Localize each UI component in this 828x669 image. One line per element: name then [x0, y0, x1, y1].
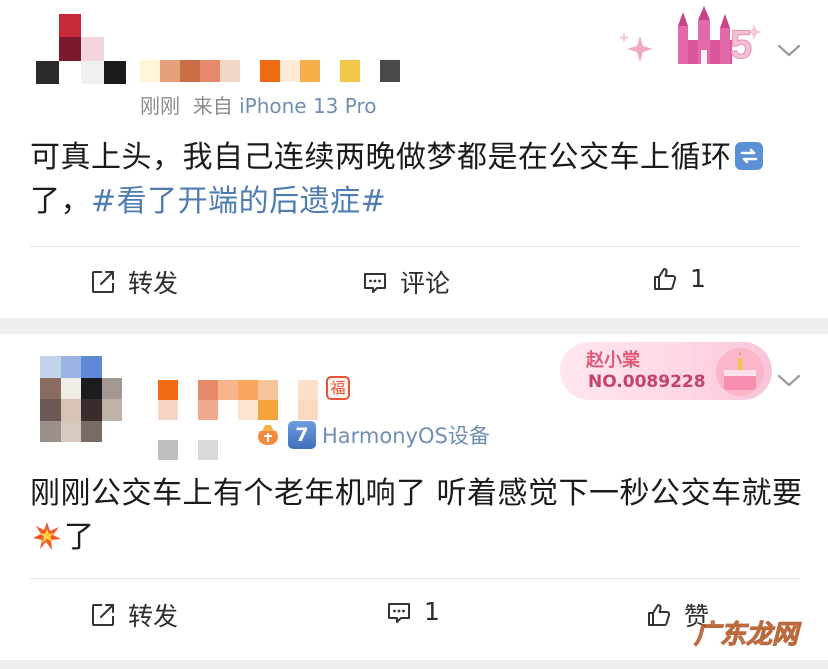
like-count: 1 [690, 264, 706, 293]
fan-badge-number: NO.0089228 [588, 372, 706, 392]
comment-label: 评论 [400, 269, 451, 298]
hashtag-link[interactable]: #看了开端的后遗症# [91, 184, 386, 219]
repost-icon [92, 604, 114, 626]
svg-text:5: 5 [730, 23, 752, 67]
fu-tag-badge[interactable]: 福 [326, 376, 350, 400]
fortune-bag-icon [258, 425, 278, 445]
device-source: HarmonyOS设备 [322, 424, 490, 448]
username-blurred-row-3 [158, 440, 218, 460]
timestamp: 刚刚 [140, 94, 180, 118]
username-blurred[interactable] [158, 380, 318, 420]
avatar[interactable] [40, 356, 122, 442]
user-meta-row: 7 HarmonyOS设备 [254, 420, 490, 450]
divider [30, 246, 800, 247]
collision-icon [33, 522, 61, 550]
post-text: 可真上头，我自己连续两晚做梦都是在公交车上循环了，#看了开端的后遗症# [30, 136, 810, 224]
username-blurred[interactable] [140, 60, 400, 82]
castle-5th-anniversary-icon[interactable]: 5 [612, 6, 772, 68]
comment-icon [388, 602, 410, 623]
cake-icon [716, 348, 764, 396]
post-card-1: 刚刚 来自 iPhone 13 Pro 5 可真上头，我自己连续两晚做梦都是在公… [0, 0, 828, 318]
repost-button[interactable]: 转发 [90, 597, 178, 633]
source-device: iPhone 13 Pro [239, 94, 377, 118]
chevron-down-icon[interactable] [776, 372, 802, 390]
fan-badge-name: 赵小棠 [586, 350, 640, 371]
avatar[interactable] [36, 14, 126, 84]
fan-badge[interactable]: 赵小棠 NO.0089228 [560, 342, 772, 400]
comment-button[interactable]: 评论 [362, 264, 450, 300]
like-button[interactable]: 1 [652, 264, 706, 293]
repost-icon [92, 271, 114, 293]
post-text: 刚刚公交车上有个老年机响了 听着感觉下一秒公交车就要了 [30, 476, 803, 555]
thumbs-up-icon [648, 604, 671, 626]
repost-button[interactable]: 转发 [90, 264, 178, 300]
repost-label: 转发 [128, 269, 179, 298]
repost-label: 转发 [128, 602, 179, 631]
source-prefix: 来自 [192, 94, 233, 118]
watermark: 广东龙网 [693, 620, 798, 651]
repeat-icon [734, 142, 763, 170]
divider [30, 578, 800, 579]
chevron-down-icon[interactable] [776, 42, 802, 60]
thumbs-up-icon [654, 267, 677, 290]
user-level-badge[interactable]: 7 [288, 421, 316, 449]
comment-count: 1 [424, 597, 440, 626]
comment-icon [364, 273, 386, 293]
comment-button[interactable]: 1 [386, 597, 440, 626]
post-meta: 刚刚 来自 iPhone 13 Pro [140, 90, 376, 119]
